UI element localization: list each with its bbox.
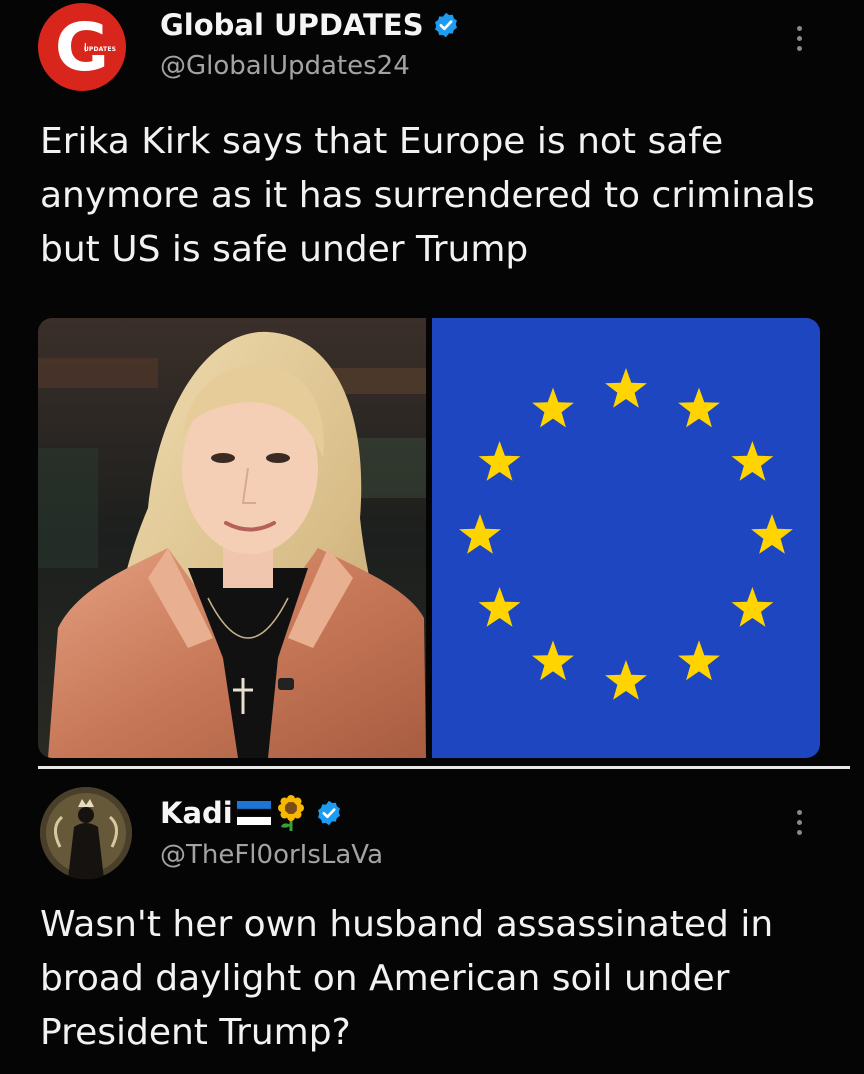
eu-star-icon [731,587,774,627]
eu-star-icon [478,587,521,627]
author-row: Kadi [160,792,343,834]
post-divider [38,766,850,769]
portrait-illustration [38,318,426,758]
avatar-global-updates[interactable]: G UPDATES [38,3,126,91]
eu-star-icon [678,387,720,428]
verified-badge-icon [317,800,340,826]
handle[interactable]: @TheFl0orIsLaVa [160,840,383,870]
eu-star-icon [605,660,647,700]
eu-star-icon [678,640,720,681]
more-options-icon[interactable] [795,26,803,51]
author-row: Global UPDATES [160,4,460,46]
more-options-icon[interactable] [795,810,803,835]
media-eu-flag[interactable] [432,318,820,758]
verified-badge-icon [434,12,457,38]
eu-star-icon [532,640,574,681]
eu-flag-stars [459,368,793,700]
avatar-kadi[interactable] [40,787,132,879]
media-photo-woman[interactable] [38,318,426,758]
sunflower-icon [275,795,307,831]
reply-text: Wasn't her own husband assassinated in b… [40,904,774,1053]
estonia-flag-icon [236,801,271,825]
display-name[interactable]: Kadi [160,796,233,830]
post-global-updates[interactable]: G UPDATES Global UPDATES @GlobalUpdates2… [0,0,864,766]
avatar-silhouette-icon [40,787,132,879]
eu-star-icon [731,441,774,481]
display-name[interactable]: Global UPDATES [160,8,424,42]
eu-star-icon [751,514,793,554]
post-text: Erika Kirk says that Europe is not safe … [40,121,815,270]
eu-star-icon [532,387,574,428]
avatar-badge-text: UPDATES [84,43,116,55]
post-kadi-reply[interactable]: Kadi @TheFl0orIsLaVa Wasn't her own husb… [0,770,864,1074]
eu-star-icon [605,368,647,408]
eu-star-icon [459,514,501,554]
media-grid[interactable] [38,318,820,758]
handle[interactable]: @GlobalUpdates24 [160,51,410,81]
eu-star-icon [478,441,521,481]
